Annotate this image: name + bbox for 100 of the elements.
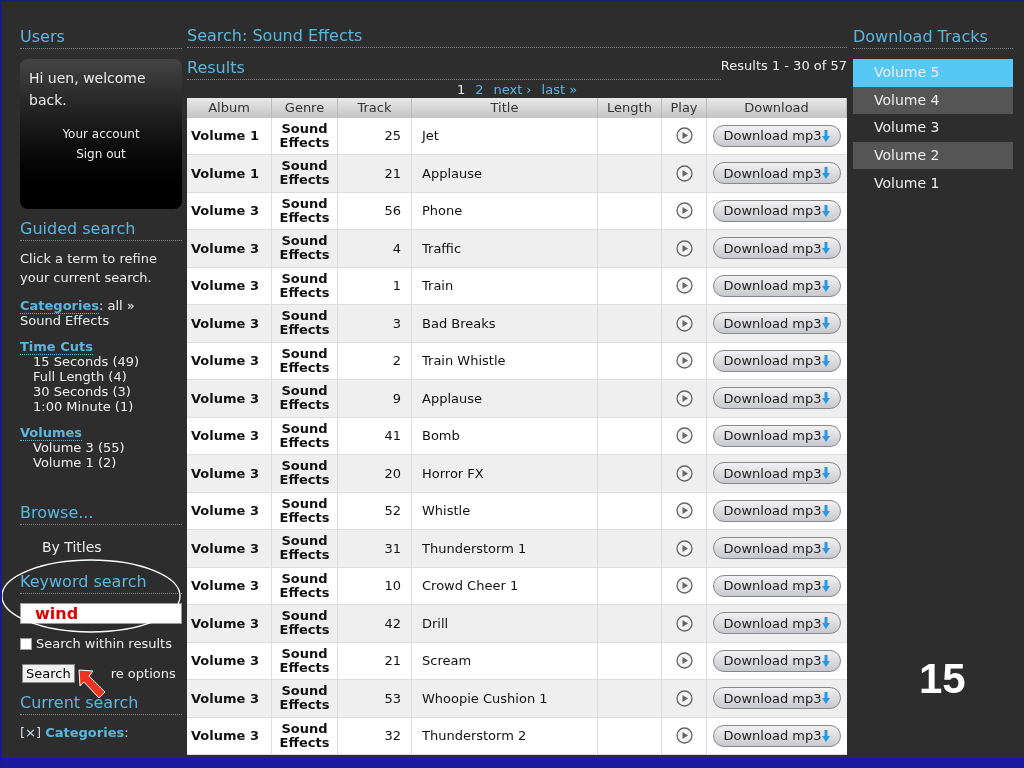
download-arrow-icon [822, 317, 831, 330]
facet-item[interactable]: 15 Seconds (49) [20, 354, 182, 369]
download-button[interactable]: Download mp3 [712, 574, 842, 597]
track-cell: 21 [338, 155, 412, 192]
play-icon[interactable] [675, 164, 693, 182]
download-button[interactable]: Download mp3 [712, 162, 842, 185]
play-icon[interactable] [675, 502, 693, 520]
title-cell: Bomb [412, 417, 598, 454]
more-options-link[interactable]: re options [110, 663, 176, 683]
download-button[interactable]: Download mp3 [712, 124, 842, 147]
genre-cell: Sound Effects [272, 305, 338, 342]
play-icon[interactable] [675, 539, 693, 557]
download-arrow-icon [822, 542, 831, 555]
section-heading: Browse... [20, 503, 182, 525]
facet-heading[interactable]: Time Cuts [20, 339, 182, 354]
page-link[interactable]: 2 [475, 81, 484, 98]
track-cell: 3 [338, 305, 412, 342]
title-cell: Thunderstorm 2 [412, 717, 598, 754]
download-button[interactable]: Download mp3 [712, 199, 842, 222]
facet-item[interactable]: 30 Seconds (3) [20, 384, 182, 399]
download-button[interactable]: Download mp3 [712, 537, 842, 560]
track-cell: 1 [338, 267, 412, 304]
play-icon[interactable] [675, 464, 693, 482]
play-icon[interactable] [675, 352, 693, 370]
download-button[interactable]: Download mp3 [712, 612, 842, 635]
page-link[interactable]: next › [493, 81, 532, 98]
download-button[interactable]: Download mp3 [712, 274, 842, 297]
title-cell: Crowd Cheer 1 [412, 567, 598, 604]
album-cell: Volume 3 [187, 305, 272, 342]
download-button[interactable]: Download mp3 [712, 312, 842, 335]
column-header: Track [338, 97, 412, 118]
title-cell: Bad Breaks [412, 305, 598, 342]
account-link[interactable]: Sign out [76, 145, 126, 163]
download-arrow-icon [822, 242, 831, 255]
track-cell: 4 [338, 230, 412, 267]
download-button[interactable]: Download mp3 [712, 424, 842, 447]
download-button[interactable]: Download mp3 [712, 499, 842, 522]
genre-cell: Sound Effects [272, 642, 338, 679]
checkbox-label: Search within results [36, 635, 172, 653]
download-button[interactable]: Download mp3 [712, 349, 842, 372]
download-button[interactable]: Download mp3 [712, 387, 842, 410]
section-heading: Users [20, 27, 182, 49]
volume-item[interactable]: Volume 4 [853, 86, 1013, 115]
play-icon[interactable] [675, 727, 693, 745]
track-cell: 2 [338, 342, 412, 379]
play-icon[interactable] [675, 277, 693, 295]
facet-item[interactable]: Sound Effects [20, 313, 182, 328]
facet-item[interactable]: Volume 3 (55) [20, 440, 182, 455]
download-arrow-icon [822, 167, 831, 180]
download-button[interactable]: Download mp3 [712, 724, 842, 747]
download-arrow-icon [822, 692, 831, 705]
play-icon[interactable] [675, 389, 693, 407]
track-cell: 9 [338, 380, 412, 417]
play-icon[interactable] [675, 614, 693, 632]
volume-item[interactable]: Volume 2 [853, 141, 1013, 170]
checkbox[interactable] [20, 637, 32, 650]
play-icon[interactable] [675, 127, 693, 145]
download-button[interactable]: Download mp3 [712, 649, 842, 672]
download-arrow-icon [822, 392, 831, 405]
play-icon[interactable] [675, 652, 693, 670]
facet-item[interactable]: Volume 1 (2) [20, 455, 182, 470]
genre-cell: Sound Effects [272, 680, 338, 717]
genre-cell: Sound Effects [272, 230, 338, 267]
account-link[interactable]: Your account [62, 125, 140, 143]
track-cell: 41 [338, 417, 412, 454]
title-cell: Thunderstorm 1 [412, 530, 598, 567]
track-cell: 32 [338, 717, 412, 754]
facet-heading[interactable]: Categories: all » [20, 298, 182, 313]
track-cell: 31 [338, 530, 412, 567]
remove-link[interactable]: [×] [20, 725, 42, 740]
results-heading: Results [187, 57, 721, 80]
download-button[interactable]: Download mp3 [712, 687, 842, 710]
play-icon[interactable] [675, 202, 693, 220]
title-cell: Applause [412, 155, 598, 192]
play-icon[interactable] [675, 314, 693, 332]
download-arrow-icon [822, 354, 831, 367]
track-cell: 56 [338, 192, 412, 229]
genre-cell: Sound Effects [272, 267, 338, 304]
column-header: Length [598, 97, 662, 118]
volume-item[interactable]: Volume 3 [853, 114, 1013, 142]
page-link[interactable]: 1 [456, 81, 466, 98]
facet-item[interactable]: Full Length (4) [20, 369, 182, 384]
genre-cell: Sound Effects [272, 492, 338, 529]
browse-link[interactable]: By Titles [20, 537, 182, 558]
track-cell: 20 [338, 455, 412, 492]
facet-heading[interactable]: Volumes [20, 425, 182, 440]
play-icon[interactable] [675, 239, 693, 257]
play-icon[interactable] [675, 577, 693, 595]
volume-item[interactable]: Volume 1 [853, 169, 1013, 197]
download-button[interactable]: Download mp3 [712, 237, 842, 260]
download-button[interactable]: Download mp3 [712, 462, 842, 485]
album-cell: Volume 3 [187, 455, 272, 492]
facet-item[interactable]: 1:00 Minute (1) [20, 399, 182, 414]
track-cell: 42 [338, 605, 412, 642]
play-icon[interactable] [675, 689, 693, 707]
play-icon[interactable] [675, 427, 693, 445]
album-cell: Volume 3 [187, 567, 272, 604]
page-link[interactable]: last » [541, 81, 578, 98]
keyword-field[interactable]: wind [20, 603, 182, 624]
search-button[interactable]: Search [22, 663, 75, 683]
